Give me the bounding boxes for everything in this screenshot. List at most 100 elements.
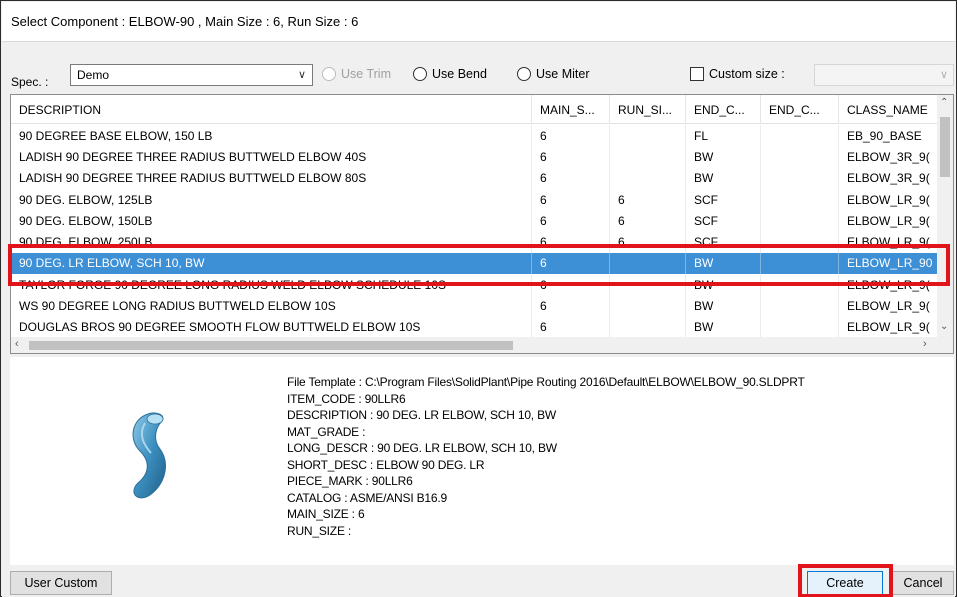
table-cell: ELBOW_LR_90 <box>847 256 933 271</box>
table-cell: BW <box>686 295 761 317</box>
radio-circle-icon <box>413 67 427 81</box>
table-cell <box>761 188 839 211</box>
table-row[interactable]: LADISH 90 DEGREE THREE RADIUS BUTTWELD E… <box>11 146 939 168</box>
scroll-right-arrow-icon[interactable]: › <box>923 338 927 350</box>
table-cell <box>761 274 839 296</box>
table-cell: ELBOW_LR_9( <box>847 277 930 292</box>
table-cell <box>610 167 686 189</box>
vertical-scroll-thumb[interactable] <box>940 117 950 177</box>
table-cell: 6 <box>532 210 610 232</box>
property-line: ITEM_CODE : 90LLR6 <box>287 391 406 406</box>
table-row[interactable]: 90 DEG. ELBOW, 250LB 6 6 SCF ELBOW_LR_9( <box>11 231 939 253</box>
table-cell: BW <box>686 274 761 296</box>
table-cell <box>761 316 839 338</box>
custom-size-checkbox[interactable]: Custom size : <box>690 67 785 81</box>
table-cell: 6 <box>532 146 610 168</box>
component-properties: File Template : C:\Program Files\SolidPl… <box>287 374 805 539</box>
scroll-down-arrow-icon[interactable]: ⌄ <box>940 321 948 332</box>
table-row[interactable]: 90 DEG. ELBOW, 125LB 6 6 SCF ELBOW_LR_9( <box>11 188 939 211</box>
property-line: CATALOG : ASME/ANSI B16.9 <box>287 490 447 505</box>
table-row[interactable]: 90 DEG. ELBOW, 150LB 6 6 SCF ELBOW_LR_9( <box>11 210 939 232</box>
use-miter-label: Use Miter <box>536 67 590 81</box>
chevron-down-icon: ∨ <box>297 69 306 81</box>
chevron-down-icon: ∨ <box>939 69 948 81</box>
table-cell: BW <box>686 146 761 168</box>
cancel-button[interactable]: Cancel <box>892 571 954 595</box>
table-cell: 6 <box>532 167 610 189</box>
property-line: LONG_DESCR : 90 DEG. LR ELBOW, SCH 10, B… <box>287 441 557 455</box>
table-cell: ELBOW_LR_9( <box>847 235 930 250</box>
use-bend-radio[interactable]: Use Bend <box>413 67 487 81</box>
spec-dropdown[interactable]: Demo ∨ <box>70 64 313 86</box>
column-header-main-size[interactable]: MAIN_S... <box>532 95 610 124</box>
table-cell: 90 DEG. LR ELBOW, SCH 10, BW <box>11 252 532 275</box>
table-cell: 90 DEG. ELBOW, 150LB <box>11 210 532 232</box>
table-cell: ELBOW_LR_9( <box>847 320 930 335</box>
use-miter-radio[interactable]: Use Miter <box>517 67 589 81</box>
user-custom-button[interactable]: User Custom <box>10 571 112 595</box>
table-row[interactable]: LADISH 90 DEGREE THREE RADIUS BUTTWELD E… <box>11 167 939 189</box>
column-header-class-name[interactable]: CLASS_NAME <box>839 95 939 124</box>
table-cell: 6 <box>532 252 610 275</box>
table-cell: ELBOW_3R_9( <box>847 171 930 186</box>
component-details-panel: File Template : C:\Program Files\SolidPl… <box>10 357 954 565</box>
spec-dropdown-value: Demo <box>77 68 110 82</box>
elbow-preview <box>10 357 275 565</box>
table-cell: EB_90_BASE <box>847 128 922 143</box>
table-row[interactable]: WS 90 DEGREE LONG RADIUS BUTTWELD ELBOW … <box>11 295 939 317</box>
table-cell <box>610 252 686 275</box>
options-toolbar: Spec. : Demo ∨ Use Trim Use Bend Use Mit… <box>2 43 955 91</box>
create-button[interactable]: Create <box>807 571 883 595</box>
property-line: RUN_SIZE : <box>287 523 352 538</box>
table-cell: 6 <box>532 125 610 147</box>
column-header-description[interactable]: DESCRIPTION <box>11 95 532 124</box>
table-cell: 6 <box>532 316 610 338</box>
table-row[interactable]: TAYLOR FORGE 90 DEGREE LONG RADIUS WELD … <box>11 274 939 296</box>
table-cell <box>610 125 686 147</box>
table-cell <box>761 167 839 189</box>
property-line: File Template : C:\Program Files\SolidPl… <box>287 375 805 389</box>
property-line: SHORT_DESC : ELBOW 90 DEG. LR <box>287 457 485 472</box>
table-row-selected[interactable]: 90 DEG. LR ELBOW, SCH 10, BW 6 BW ELBOW_LR_… <box>11 252 939 275</box>
scroll-up-arrow-icon[interactable]: ⌃ <box>940 97 948 108</box>
table-cell: 6 <box>610 188 686 211</box>
radio-circle-icon <box>517 67 531 81</box>
property-line: DESCRIPTION : 90 DEG. LR ELBOW, SCH 10, … <box>287 408 557 422</box>
table-cell: 6 <box>610 210 686 232</box>
table-cell: DOUGLAS BROS 90 DEGREE SMOOTH FLOW BUTTW… <box>11 316 532 338</box>
vertical-scrollbar[interactable]: ⌃ ⌄ <box>937 95 953 339</box>
use-bend-label: Use Bend <box>432 67 487 81</box>
table-cell <box>610 316 686 338</box>
checkbox-icon <box>690 67 704 81</box>
table-cell: ELBOW_LR_9( <box>847 213 930 228</box>
horizontal-scrollbar[interactable]: ‹ › <box>11 337 939 353</box>
column-header-end-cond-2[interactable]: END_C... <box>761 95 839 124</box>
select-component-dialog: Select Component : ELBOW-90 , Main Size … <box>0 0 957 597</box>
column-header-run-size[interactable]: RUN_SI... <box>610 95 686 124</box>
table-row[interactable]: DOUGLAS BROS 90 DEGREE SMOOTH FLOW BUTTW… <box>11 316 939 338</box>
table-cell <box>610 146 686 168</box>
custom-size-label: Custom size : <box>709 67 785 81</box>
table-cell <box>610 274 686 296</box>
column-header-end-cond-1[interactable]: END_C... <box>686 95 761 124</box>
table-cell: LADISH 90 DEGREE THREE RADIUS BUTTWELD E… <box>11 146 532 168</box>
dialog-title: Select Component : ELBOW-90 , Main Size … <box>2 2 955 42</box>
custom-size-dropdown[interactable]: ∨ <box>814 64 954 86</box>
use-trim-radio[interactable]: Use Trim <box>322 67 391 81</box>
table-row[interactable]: 90 DEGREE BASE ELBOW, 150 LB 6 FL EB_90_BAS… <box>11 125 939 147</box>
use-trim-label: Use Trim <box>341 67 391 81</box>
scrollbar-corner <box>937 337 953 353</box>
table-cell: SCF <box>686 231 761 253</box>
radio-circle-icon <box>322 67 336 81</box>
table-cell: 6 <box>532 295 610 317</box>
scroll-left-arrow-icon[interactable]: ‹ <box>15 338 19 350</box>
table-cell: ELBOW_3R_9( <box>847 149 930 164</box>
elbow-3d-model-icon <box>132 412 166 499</box>
table-cell: SCF <box>686 210 761 232</box>
property-line: MAT_GRADE : <box>287 424 366 439</box>
table-cell: LADISH 90 DEGREE THREE RADIUS BUTTWELD E… <box>11 167 532 189</box>
table-cell <box>761 252 839 275</box>
horizontal-scroll-thumb[interactable] <box>29 341 513 350</box>
table-cell: SCF <box>686 188 761 211</box>
table-cell: 6 <box>532 231 610 253</box>
